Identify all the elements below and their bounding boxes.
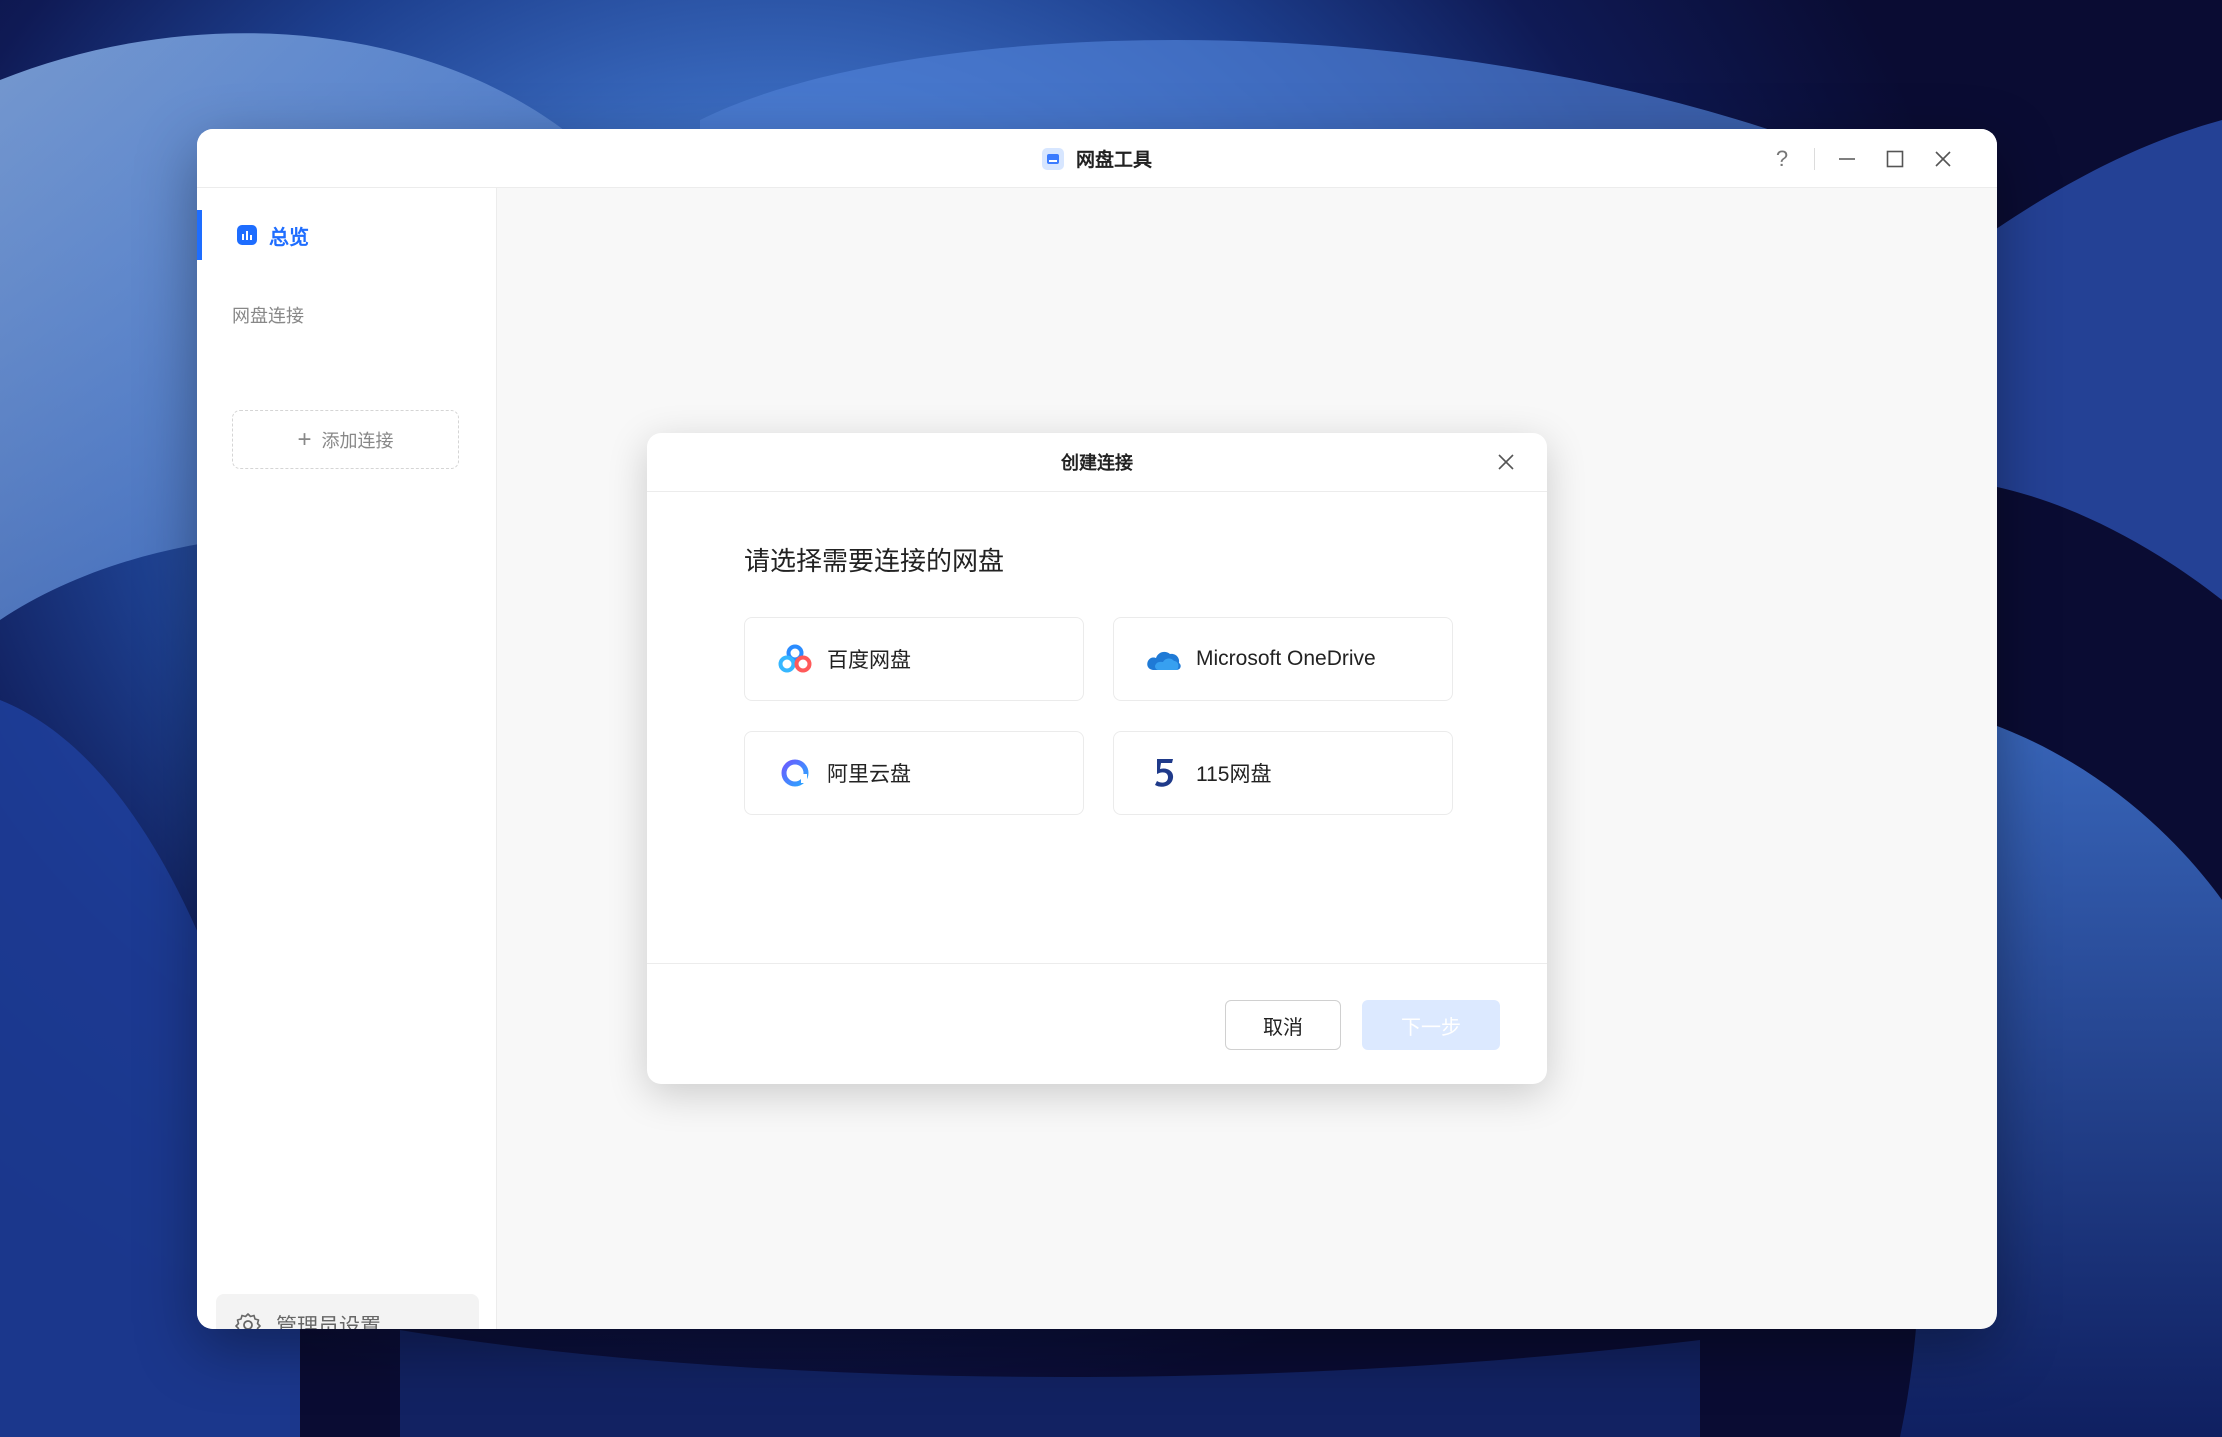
gear-icon bbox=[235, 1313, 261, 1329]
next-button[interactable]: 下一步 bbox=[1362, 1000, 1500, 1050]
dialog-footer: 取消 下一步 bbox=[647, 963, 1547, 1084]
minimize-button[interactable] bbox=[1823, 139, 1871, 179]
plus-icon: + bbox=[297, 425, 312, 453]
app-window: 网盘工具 ? 总览 网盘连接 + 添加连接 管理员设置 创建连接 请选择需要连接… bbox=[197, 129, 1997, 1329]
title-bar: 网盘工具 ? bbox=[197, 129, 1997, 188]
active-indicator bbox=[197, 210, 202, 260]
115-drive-icon bbox=[1144, 753, 1184, 793]
create-connection-dialog: 创建连接 请选择需要连接的网盘 百度网盘 Microsoft OneDrive … bbox=[647, 433, 1547, 1084]
onedrive-icon bbox=[1144, 639, 1184, 679]
provider-baidu[interactable]: 百度网盘 bbox=[744, 617, 1084, 701]
sidebar: 总览 网盘连接 + 添加连接 管理员设置 bbox=[197, 188, 497, 1329]
app-icon bbox=[1041, 147, 1064, 170]
sidebar-item-label: 总览 bbox=[269, 226, 309, 249]
maximize-button[interactable] bbox=[1871, 139, 1919, 179]
aliyun-drive-icon bbox=[775, 753, 815, 793]
provider-label: 阿里云盘 bbox=[827, 763, 911, 786]
dialog-title: 创建连接 bbox=[1061, 453, 1133, 473]
maximize-icon bbox=[1886, 150, 1904, 167]
provider-aliyun[interactable]: 阿里云盘 bbox=[744, 731, 1084, 815]
dashboard-icon bbox=[237, 225, 257, 245]
close-icon bbox=[1498, 454, 1514, 470]
cancel-button[interactable]: 取消 bbox=[1225, 1000, 1341, 1050]
provider-label: Microsoft OneDrive bbox=[1196, 647, 1376, 670]
add-connection-button[interactable]: + 添加连接 bbox=[232, 410, 459, 469]
sidebar-item-overview[interactable]: 总览 bbox=[197, 210, 496, 260]
help-button[interactable]: ? bbox=[1758, 139, 1806, 179]
provider-label: 115网盘 bbox=[1196, 763, 1272, 786]
minimize-icon bbox=[1839, 157, 1855, 160]
title-group: 网盘工具 bbox=[197, 129, 1997, 188]
dialog-header: 创建连接 bbox=[647, 433, 1547, 492]
baidu-netdisk-icon bbox=[775, 639, 815, 679]
admin-settings-button[interactable]: 管理员设置 bbox=[216, 1294, 479, 1329]
provider-label: 百度网盘 bbox=[827, 649, 911, 672]
dialog-prompt: 请选择需要连接的网盘 bbox=[744, 546, 1005, 576]
provider-onedrive[interactable]: Microsoft OneDrive bbox=[1113, 617, 1453, 701]
window-controls: ? bbox=[1758, 129, 1967, 188]
close-window-button[interactable] bbox=[1919, 139, 1967, 179]
close-icon bbox=[1935, 150, 1951, 167]
controls-separator bbox=[1814, 147, 1815, 170]
dialog-close-button[interactable] bbox=[1491, 447, 1521, 477]
admin-settings-label: 管理员设置 bbox=[276, 1315, 381, 1329]
section-label-connections: 网盘连接 bbox=[232, 306, 304, 326]
help-icon: ? bbox=[1775, 145, 1789, 171]
provider-115[interactable]: 115网盘 bbox=[1113, 731, 1453, 815]
window-title: 网盘工具 bbox=[1075, 150, 1152, 171]
add-connection-label: 添加连接 bbox=[321, 430, 394, 451]
